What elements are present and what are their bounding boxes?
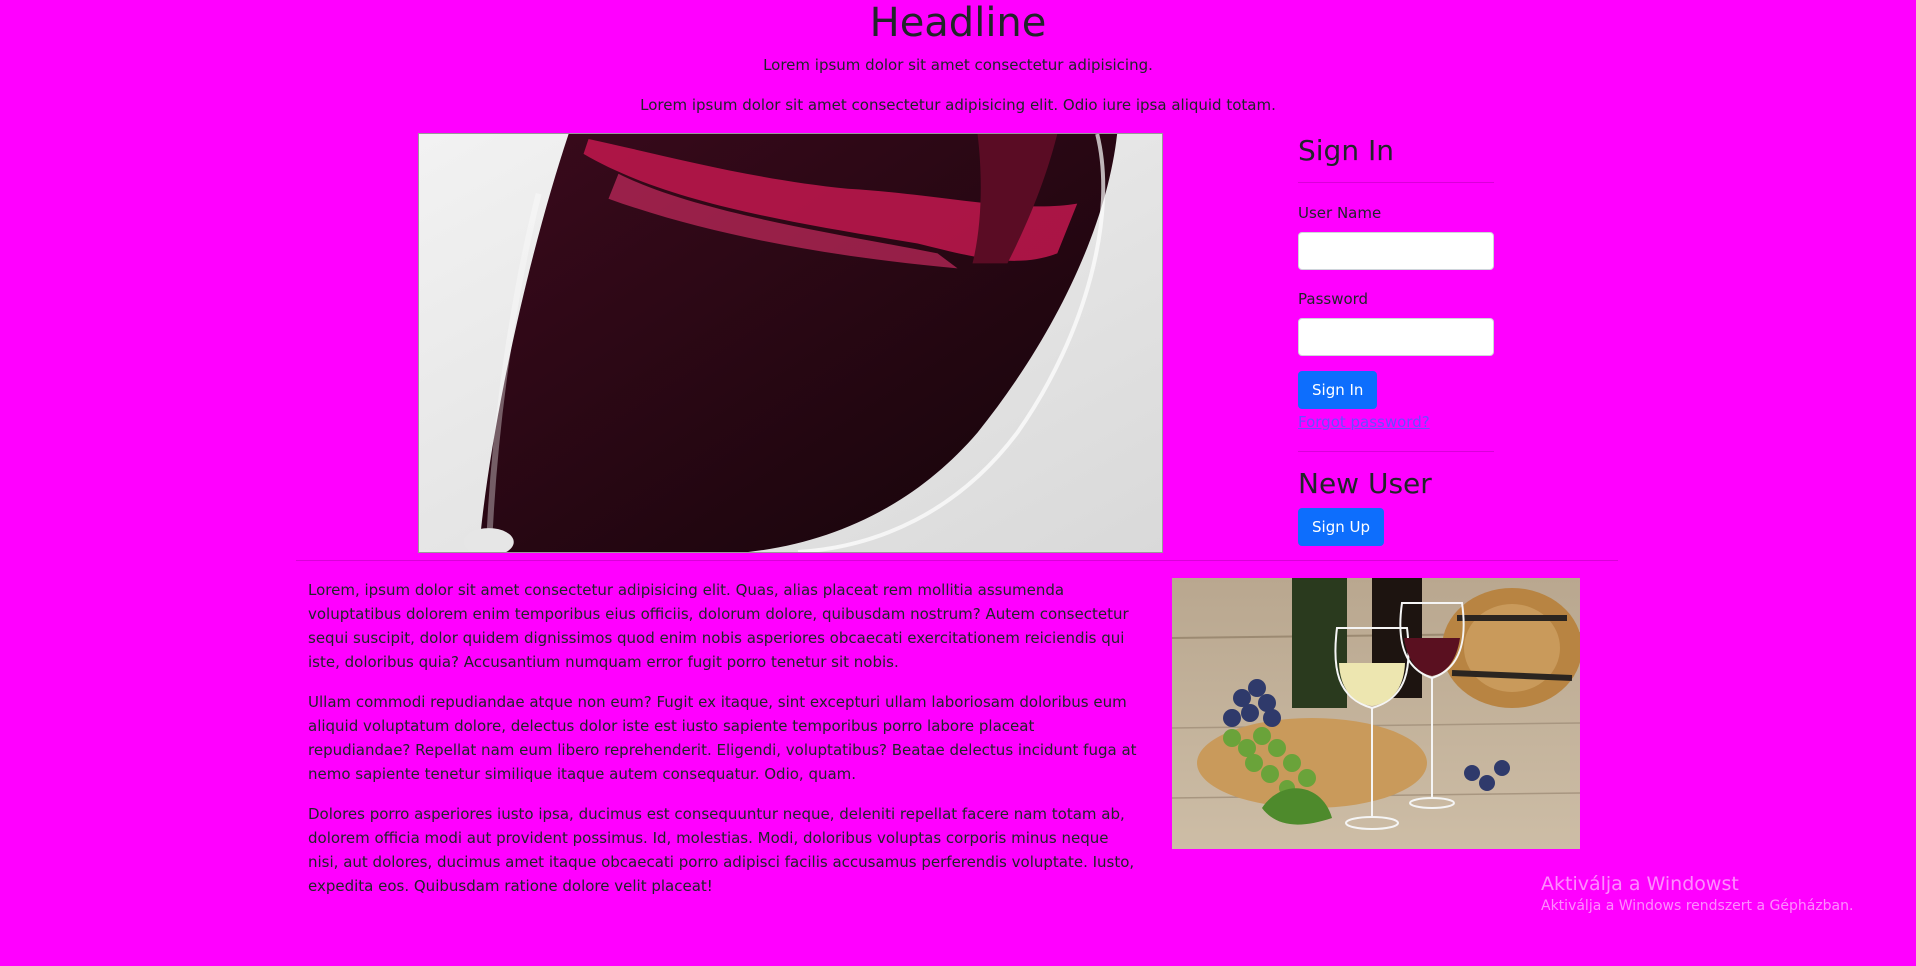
section-divider [296, 560, 1618, 561]
sign-in-divider [1298, 182, 1494, 183]
hero-wine-glass-image [418, 133, 1163, 553]
sign-in-panel: Sign In User Name Password Sign In Forgo… [1298, 133, 1494, 546]
wine-and-grapes-image [1172, 578, 1580, 849]
username-input[interactable] [1298, 232, 1494, 270]
page: Headline Lorem ipsum dolor sit amet cons… [0, 0, 1916, 966]
new-user-divider [1298, 451, 1494, 452]
paragraph: Dolores porro asperiores iusto ipsa, duc… [308, 805, 1135, 895]
content-text: Lorem, ipsum dolor sit amet consectetur … [308, 578, 1140, 914]
sign-in-heading: Sign In [1298, 134, 1394, 167]
watermark-title: Aktiválja a Windowst [1541, 873, 1739, 895]
page-title: Headline [869, 0, 1047, 46]
subtitle-1: Lorem ipsum dolor sit amet consectetur a… [763, 56, 1153, 74]
password-input[interactable] [1298, 318, 1494, 356]
sign-up-button[interactable]: Sign Up [1298, 508, 1384, 546]
username-label: User Name [1298, 204, 1382, 222]
subtitle-2: Lorem ipsum dolor sit amet consectetur a… [640, 96, 1276, 114]
new-user-heading: New User [1298, 467, 1432, 500]
password-label: Password [1298, 290, 1369, 308]
watermark-subtitle: Aktiválja a Windows rendszert a Gépházba… [1541, 898, 1854, 914]
forgot-password-link[interactable]: Forgot password? [1298, 412, 1430, 432]
windows-activation-watermark: Aktiválja a Windowst Aktiválja a Windows… [1541, 872, 1853, 916]
sign-in-button[interactable]: Sign In [1298, 371, 1378, 409]
paragraph: Ullam commodi repudiandae atque non eum?… [308, 693, 1137, 783]
paragraph: Lorem, ipsum dolor sit amet consectetur … [308, 581, 1129, 671]
